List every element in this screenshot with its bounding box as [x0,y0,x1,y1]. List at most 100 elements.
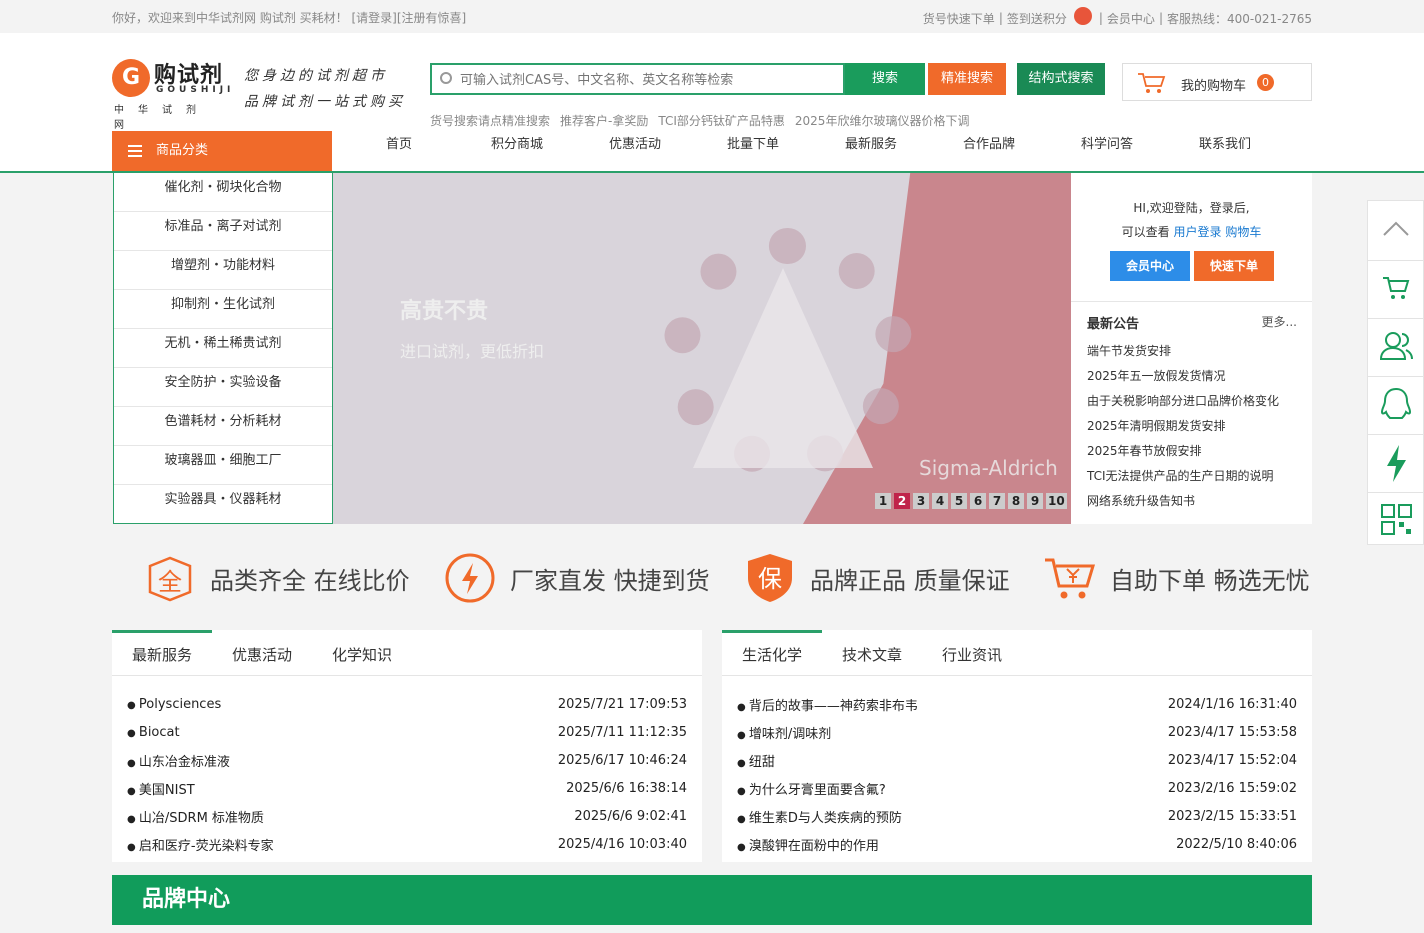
menu-icon [128,145,142,157]
nav-science-qa[interactable]: 科学问答 [1048,131,1166,171]
category-item[interactable]: 色谱耗材・分析耗材 [114,407,332,446]
news-title: 增味剂/调味剂 [737,723,831,742]
quick-order-link[interactable]: 货号快速下单 [923,10,995,27]
category-item[interactable]: 催化剂・砌块化合物 [114,173,332,212]
notice-item[interactable]: 网络系统升级告知书 [1087,489,1279,514]
category-item[interactable]: 玻璃器皿・细胞工厂 [114,446,332,485]
news-row[interactable]: 为什么牙膏里面要含氟? 2023/2/16 15:59:02 [737,774,1297,802]
rail-service-button[interactable] [1368,319,1423,377]
nav-latest-service[interactable]: 最新服务 [812,131,930,171]
logo-pinyin: GOUSHIJI [156,85,235,95]
tab-chemistry-knowledge[interactable]: 化学知识 [312,630,412,675]
member-center-link[interactable]: 会员中心 [1107,10,1155,27]
sign-points-link[interactable]: 签到送积分 [1007,10,1067,27]
hotword-link[interactable]: 货号搜索请点精准搜索 [430,112,550,129]
tab-latest-service[interactable]: 最新服务 [112,630,212,675]
notice-item[interactable]: 2025年清明假期发货安排 [1087,414,1279,439]
notice-item[interactable]: TCI无法提供产品的生产日期的说明 [1087,464,1279,489]
cart-button[interactable]: 我的购物车 0 [1122,63,1312,101]
banner-carousel[interactable]: 高贵不贵 进口试剂，更低折扣 Sigma-Aldrich 1 2 3 4 5 6… [333,173,1071,524]
top-bar: 你好，欢迎来到中华试剂网 购试剂 买耗材！ [请登录][注册有惊喜] 货号快速下… [0,0,1424,33]
notice-item[interactable]: 2025年五一放假发货情况 [1087,364,1279,389]
pager-dot[interactable]: 3 [913,493,929,509]
news-row[interactable]: 启和医疗-荧光染料专家 2025/4/16 10:03:40 [127,830,687,858]
notice-item[interactable]: 由于关税影响部分进口品牌价格变化 [1087,389,1279,414]
tab-life-chemistry[interactable]: 生活化学 [722,630,822,675]
nav-promotions[interactable]: 优惠活动 [576,131,694,171]
category-item[interactable]: 安全防护・实验设备 [114,368,332,407]
nav-points-mall[interactable]: 积分商城 [458,131,576,171]
nav-contact[interactable]: 联系我们 [1166,131,1284,171]
quick-order-button[interactable]: 快速下单 [1194,251,1274,281]
news-row[interactable]: 山东冶金标准液 2025/6/17 10:46:24 [127,746,687,774]
pager-dot[interactable]: 9 [1027,493,1043,509]
nav-home[interactable]: 首页 [340,131,458,171]
category-item[interactable]: 标准品・离子对试剂 [114,212,332,251]
category-item[interactable]: 无机・稀土稀贵试剂 [114,329,332,368]
precise-search-button[interactable]: 精准搜索 [928,63,1006,95]
pager-dot[interactable]: 7 [989,493,1005,509]
news-row[interactable]: 维生素D与人类疾病的预防 2023/2/15 15:33:51 [737,802,1297,830]
structure-search-button[interactable]: 结构式搜索 [1017,63,1105,95]
pager-dot[interactable]: 8 [1008,493,1024,509]
news-title: 溴酸钾在面粉中的作用 [737,835,879,854]
notice-more-link[interactable]: 更多... [1262,313,1297,330]
rail-qq-button[interactable] [1368,377,1423,435]
rail-quick-button[interactable] [1368,435,1423,493]
news-row[interactable]: 背后的故事——神药索非布韦 2024/1/16 16:31:40 [737,690,1297,718]
hotword-link[interactable]: 推荐客户-拿奖励 [560,112,648,129]
nav-brands[interactable]: 合作品牌 [930,131,1048,171]
register-link[interactable]: [注册有惊喜] [397,11,466,25]
news-tabs: 最新服务 优惠活动 化学知识 [112,630,702,676]
member-center-button[interactable]: 会员中心 [1110,251,1190,281]
pager-dot[interactable]: 6 [970,493,986,509]
search-icon [440,72,452,84]
pager-dot[interactable]: 5 [951,493,967,509]
notice-title: 最新公告 [1087,317,1140,332]
tab-promotions[interactable]: 优惠活动 [212,630,312,675]
login-link[interactable]: [请登录] [351,11,396,25]
notice-item[interactable]: 2025年春节放假安排 [1087,439,1279,464]
feature-item: 全 品类齐全 在线比价 [112,540,412,616]
category-menu-button[interactable]: 商品分类 [112,131,332,171]
site-logo[interactable]: G 购试剂 GOUSHIJI 中华试剂网 [112,57,235,131]
category-item[interactable]: 增塑剂・功能材料 [114,251,332,290]
slogan: 您身边的试剂超市 品牌试剂一站式购买 [244,63,406,115]
pager-dot[interactable]: 1 [875,493,891,509]
category-item[interactable]: 抑制剂・生化试剂 [114,290,332,329]
nav-bulk-order[interactable]: 批量下单 [694,131,812,171]
news-time: 2025/7/21 17:09:53 [557,696,687,712]
side-cart-link[interactable]: 购物车 [1225,225,1261,239]
hotline-text: 客服热线：400-021-2765 [1166,11,1312,26]
back-to-top-button[interactable] [1368,201,1423,261]
user-login-link[interactable]: 用户登录 [1173,225,1221,239]
news-time: 2023/4/17 15:53:58 [1167,724,1297,740]
news-row[interactable]: 溴酸钾在面粉中的作用 2022/5/10 8:40:06 [737,830,1297,858]
category-item[interactable]: 实验器具・仪器耗材 [114,485,332,524]
search-button[interactable]: 搜索 [845,63,925,95]
tab-tech-articles[interactable]: 技术文章 [822,630,922,675]
top-welcome: 你好，欢迎来到中华试剂网 购试剂 买耗材！ [请登录][注册有惊喜] [112,9,466,26]
search-input[interactable] [460,69,840,91]
notice-item[interactable]: 端午节发货安排 [1087,339,1279,364]
rail-cart-button[interactable] [1368,261,1423,319]
news-row[interactable]: 增味剂/调味剂 2023/4/17 15:53:58 [737,718,1297,746]
news-row[interactable]: 美国NIST 2025/6/6 16:38:14 [127,774,687,802]
rail-qrcode-button[interactable] [1368,493,1423,551]
hotword-link[interactable]: 2025年欣维尔玻璃仪器价格下调 [795,112,970,129]
news-time: 2023/2/16 15:59:02 [1167,780,1297,796]
pager-dot[interactable]: 10 [1046,493,1067,509]
lightning-icon [445,553,495,603]
news-row[interactable]: 山冶/SDRM 标准物质 2025/6/6 9:02:41 [127,802,687,830]
pager-dot[interactable]: 4 [932,493,948,509]
box-icon: 全 [148,556,192,602]
news-row[interactable]: Biocat 2025/7/11 11:12:35 [127,718,687,746]
news-title: 美国NIST [127,779,195,798]
news-row[interactable]: 纽甜 2023/4/17 15:52:04 [737,746,1297,774]
hotword-link[interactable]: TCI部分钙钛矿产品特惠 [658,112,785,129]
pager-dot-active[interactable]: 2 [894,493,910,509]
news-time: 2023/4/17 15:52:04 [1167,752,1297,768]
news-title: Biocat [127,725,180,740]
news-row[interactable]: Polysciences 2025/7/21 17:09:53 [127,690,687,718]
tab-industry-news[interactable]: 行业资讯 [922,630,1022,675]
